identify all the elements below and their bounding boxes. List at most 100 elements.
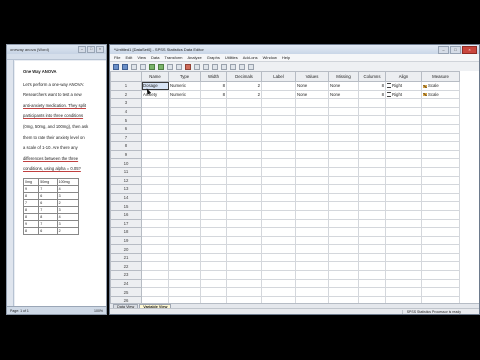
empty-cell[interactable] (295, 115, 329, 125)
empty-cell[interactable] (358, 235, 386, 246)
empty-cell[interactable] (295, 261, 329, 272)
empty-cell[interactable] (226, 123, 262, 134)
empty-cell[interactable] (295, 201, 329, 211)
empty-cell[interactable] (261, 261, 296, 272)
save-icon[interactable] (122, 63, 128, 70)
insert-cases-icon[interactable] (194, 63, 200, 70)
cell-align[interactable]: Right (385, 81, 422, 91)
redo-icon[interactable] (158, 63, 164, 70)
empty-cell[interactable] (200, 270, 227, 280)
print-icon[interactable] (131, 63, 137, 70)
row-number[interactable]: 15 (110, 201, 142, 211)
empty-cell[interactable] (168, 252, 201, 263)
empty-cell[interactable] (226, 218, 262, 229)
empty-cell[interactable] (328, 235, 359, 246)
cell-values[interactable]: None (295, 89, 329, 100)
empty-cell[interactable] (358, 98, 386, 108)
empty-cell[interactable] (385, 244, 422, 254)
empty-cell[interactable] (421, 218, 460, 229)
empty-cell[interactable] (358, 201, 386, 211)
empty-cell[interactable] (385, 261, 422, 272)
cell-type[interactable]: Numeric (168, 81, 201, 91)
row-number[interactable]: 16 (110, 209, 142, 220)
empty-cell[interactable] (358, 244, 386, 254)
empty-cell[interactable] (328, 201, 359, 211)
empty-cell[interactable] (261, 166, 296, 177)
empty-cell[interactable] (385, 149, 422, 160)
empty-cell[interactable] (385, 270, 422, 280)
empty-cell[interactable] (328, 106, 359, 117)
empty-cell[interactable] (141, 295, 169, 303)
empty-cell[interactable] (358, 252, 386, 263)
cell-decimals[interactable]: 2 (226, 89, 262, 100)
empty-cell[interactable] (328, 261, 359, 272)
empty-cell[interactable] (295, 252, 329, 263)
empty-cell[interactable] (261, 252, 296, 263)
empty-cell[interactable] (358, 261, 386, 272)
empty-cell[interactable] (385, 141, 422, 151)
variable-grid[interactable]: Name Type Width Decimals Label Values Mi… (110, 71, 479, 303)
empty-cell[interactable] (328, 132, 359, 143)
empty-cell[interactable] (421, 141, 460, 151)
empty-cell[interactable] (328, 244, 359, 254)
empty-cell[interactable] (226, 287, 262, 297)
column-header-align[interactable]: Align (385, 71, 422, 82)
document-page[interactable]: One Way ANOVA Let's perform a one-way AN… (15, 61, 106, 307)
empty-cell[interactable] (328, 175, 359, 186)
empty-cell[interactable] (226, 141, 262, 151)
cell-label[interactable] (261, 89, 296, 100)
row-number[interactable]: 9 (110, 149, 142, 160)
empty-cell[interactable] (421, 209, 460, 220)
empty-cell[interactable] (168, 141, 201, 151)
empty-cell[interactable] (328, 166, 359, 177)
empty-cell[interactable] (168, 209, 201, 220)
empty-cell[interactable] (328, 209, 359, 220)
empty-cell[interactable] (385, 158, 422, 168)
empty-cell[interactable] (385, 235, 422, 246)
empty-cell[interactable] (141, 278, 169, 289)
cell-measure[interactable]: Scale (421, 81, 460, 91)
empty-cell[interactable] (328, 158, 359, 168)
menu-analyze[interactable]: Analyze (188, 55, 202, 60)
empty-cell[interactable] (295, 141, 329, 151)
variables-icon[interactable] (176, 63, 182, 70)
empty-cell[interactable] (168, 166, 201, 177)
empty-cell[interactable] (295, 192, 329, 203)
empty-cell[interactable] (328, 287, 359, 297)
cell-values[interactable]: None (295, 81, 329, 91)
empty-cell[interactable] (261, 184, 296, 194)
empty-cell[interactable] (295, 270, 329, 280)
column-header-decimals[interactable]: Decimals (226, 71, 262, 82)
goto-case-icon[interactable] (167, 63, 173, 70)
empty-cell[interactable] (421, 123, 460, 134)
empty-cell[interactable] (168, 278, 201, 289)
empty-cell[interactable] (421, 132, 460, 143)
empty-cell[interactable] (200, 235, 227, 246)
empty-cell[interactable] (421, 98, 460, 108)
empty-cell[interactable] (261, 149, 296, 160)
value-labels-icon[interactable] (239, 63, 245, 70)
weight-cases-icon[interactable] (221, 63, 227, 70)
empty-cell[interactable] (141, 252, 169, 263)
empty-cell[interactable] (295, 149, 329, 160)
empty-cell[interactable] (168, 98, 201, 108)
empty-cell[interactable] (226, 192, 262, 203)
empty-cell[interactable] (385, 132, 422, 143)
empty-cell[interactable] (385, 123, 422, 134)
empty-cell[interactable] (295, 132, 329, 143)
open-icon[interactable] (113, 63, 119, 70)
empty-cell[interactable] (200, 192, 227, 203)
empty-cell[interactable] (141, 106, 169, 117)
empty-cell[interactable] (358, 149, 386, 160)
empty-cell[interactable] (358, 209, 386, 220)
empty-cell[interactable] (168, 270, 201, 280)
row-number[interactable]: 10 (110, 158, 142, 168)
empty-cell[interactable] (295, 235, 329, 246)
empty-cell[interactable] (226, 244, 262, 254)
empty-cell[interactable] (421, 278, 460, 289)
empty-cell[interactable] (421, 227, 460, 237)
empty-cell[interactable] (141, 132, 169, 143)
empty-cell[interactable] (141, 166, 169, 177)
menu-transform[interactable]: Transform (164, 55, 182, 60)
empty-cell[interactable] (168, 115, 201, 125)
